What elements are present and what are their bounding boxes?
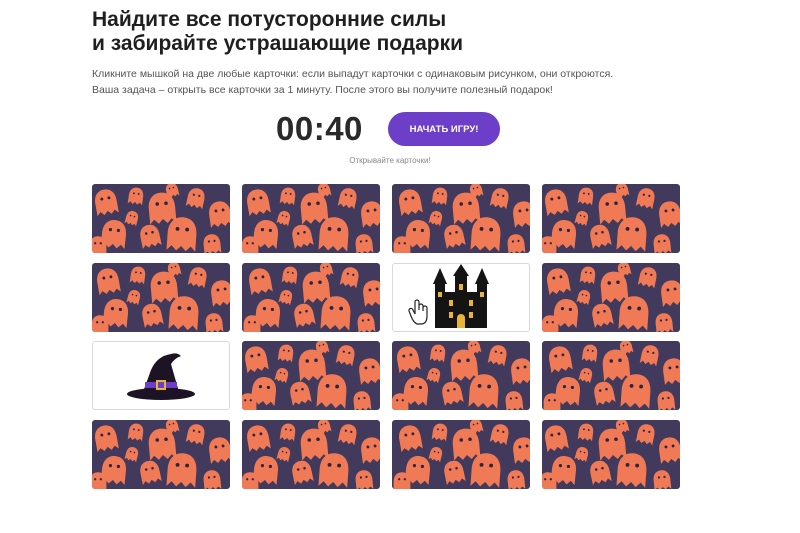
- memory-card-closed[interactable]: [242, 263, 380, 332]
- hint-text: Открывайте карточки!: [349, 156, 431, 165]
- memory-card-closed[interactable]: [92, 263, 230, 332]
- ghost-pattern-icon: [92, 420, 230, 489]
- memory-card-closed[interactable]: [392, 184, 530, 253]
- ghost-pattern-icon: [393, 184, 530, 253]
- ghost-pattern-icon: [542, 263, 680, 332]
- witch-hat-icon: [127, 353, 195, 400]
- countdown-timer: 00:40: [276, 110, 363, 147]
- memory-card-open[interactable]: [92, 341, 230, 410]
- ghost-pattern-icon: [242, 420, 380, 489]
- memory-card-closed[interactable]: [542, 341, 680, 410]
- memory-card-closed[interactable]: [242, 184, 380, 253]
- ghost-pattern-icon: [393, 420, 530, 489]
- memory-card-open[interactable]: [392, 263, 530, 332]
- ghost-pattern-icon: [542, 184, 680, 253]
- instructions: Кликните мышкой на две любые карточки: е…: [92, 66, 652, 98]
- haunted-castle-icon: [408, 264, 489, 328]
- ghost-pattern-icon: [543, 341, 680, 410]
- instructions-line-1: Кликните мышкой на две любые карточки: е…: [92, 68, 614, 80]
- page-title: Найдите все потусторонние силы и забирай…: [92, 8, 512, 56]
- ghost-pattern-icon: [542, 420, 680, 489]
- memory-card-closed[interactable]: [92, 420, 230, 489]
- ghost-pattern-icon: [243, 263, 380, 332]
- memory-card-closed[interactable]: [542, 263, 680, 332]
- ghost-pattern-icon: [392, 341, 530, 410]
- memory-card-closed[interactable]: [392, 420, 530, 489]
- memory-card-closed[interactable]: [242, 341, 380, 410]
- title-line-1: Найдите все потусторонние силы: [92, 8, 447, 31]
- ghost-pattern-icon: [242, 184, 380, 253]
- start-game-button[interactable]: НАЧАТЬ ИГРУ!: [388, 112, 500, 146]
- ghost-pattern-icon: [92, 263, 230, 332]
- memory-card-closed[interactable]: [92, 184, 230, 253]
- memory-card-closed[interactable]: [392, 341, 530, 410]
- memory-card-closed[interactable]: [242, 420, 380, 489]
- memory-card-closed[interactable]: [542, 184, 680, 253]
- memory-card-closed[interactable]: [542, 420, 680, 489]
- ghost-pattern-icon: [242, 341, 380, 410]
- ghost-pattern-icon: [92, 184, 230, 253]
- title-line-2: и забирайте устрашающие подарки: [92, 32, 464, 55]
- instructions-line-2: Ваша задача – открыть все карточки за 1 …: [92, 84, 553, 96]
- hand-cursor-icon: [408, 299, 428, 325]
